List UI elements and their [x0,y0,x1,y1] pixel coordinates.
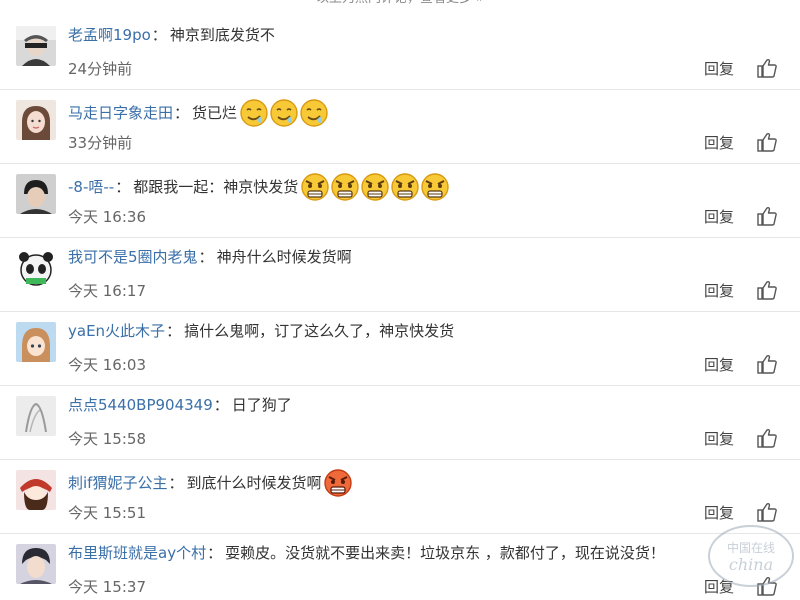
comment-time: 今天 15:37 [68,578,146,596]
comment-item: 老孟啊19po ： 神京到底发货不 24分钟前 回复 [0,16,800,90]
angry-face-icon [330,172,360,202]
thumbs-up-icon[interactable] [756,131,778,153]
reply-button[interactable]: 回复 [704,58,734,80]
emoji-group [323,468,353,498]
drool-face-icon [239,98,269,128]
comment-time: 今天 16:03 [68,356,146,374]
comment-time: 33分钟前 [68,134,133,152]
angry-face-icon [390,172,420,202]
thumbs-up-icon[interactable] [756,353,778,375]
comment-time: 今天 16:17 [68,282,146,300]
comment-text: 神舟什么时候发货啊 [216,248,352,266]
angry-face-icon [300,172,330,202]
comment-username[interactable]: 我可不是5圈内老鬼 [68,246,198,268]
comment-username[interactable]: -8-唔-- [68,176,114,198]
comment-text: 都跟我一起：神京快发货 [133,178,299,196]
comment-text: 耍赖皮。没货就不要出来卖！垃圾京东 ，款都付了，现在说没货！ [225,544,665,562]
reply-button[interactable]: 回复 [704,428,734,450]
comment-item: 我可不是5圈内老鬼 ： 神舟什么时候发货啊 今天 16:17 回复 [0,238,800,312]
angry-face-icon [420,172,450,202]
angry-face-icon [360,172,390,202]
colon-separator: ： [115,178,131,196]
colon-separator: ： [174,104,190,122]
emoji-group [300,172,450,202]
comment-text: 日了狗了 [231,396,292,414]
reply-button[interactable]: 回复 [704,132,734,154]
comment-time: 今天 15:58 [68,430,146,448]
avatar[interactable] [16,544,56,584]
colon-separator: ： [213,396,229,414]
thumbs-up-icon[interactable] [756,57,778,79]
comment-text: 到底什么时候发货啊 [186,474,322,492]
colon-separator: ： [151,26,167,44]
comment-username[interactable]: 布里斯班就是ay个村 [68,542,206,564]
colon-separator: ： [168,474,184,492]
comment-item: yaEn火此木子 ： 搞什么鬼啊，订了这么久了，神京快发货 今天 16:03 回… [0,312,800,386]
comment-text: 搞什么鬼啊，订了这么久了，神京快发货 [184,322,455,340]
avatar[interactable] [16,396,56,436]
comment-item: 马走日字象走田 ： 货已烂 33分钟前 回复 [0,90,800,164]
colon-separator: ： [198,248,214,266]
thumbs-up-icon[interactable] [756,279,778,301]
comment-username[interactable]: 刺if猬妮子公主 [68,472,167,494]
comment-time: 24分钟前 [68,60,133,78]
comment-item: 布里斯班就是ay个村 ： 耍赖皮。没货就不要出来卖！垃圾京东 ，款都付了，现在说… [0,534,800,600]
comment-text: 神京到底发货不 [169,26,275,44]
avatar[interactable] [16,26,56,66]
drool-face-icon [269,98,299,128]
thumbs-up-icon[interactable] [756,427,778,449]
avatar[interactable] [16,100,56,140]
thumbs-up-icon[interactable] [756,205,778,227]
comment-item: 点点5440BP904349 ： 日了狗了 今天 15:58 回复 [0,386,800,460]
comment-username[interactable]: 老孟啊19po [68,24,151,46]
drool-face-icon [299,98,329,128]
site-watermark-logo: 中国在线 china [706,520,796,590]
avatar[interactable] [16,470,56,510]
comment-time: 今天 15:51 [68,504,146,522]
comment-item: 刺if猬妮子公主 ： 到底什么时候发货啊 今天 15:51 回复 [0,460,800,534]
furious-face-icon [323,468,353,498]
avatar[interactable] [16,174,56,214]
avatar[interactable] [16,248,56,288]
reply-button[interactable]: 回复 [704,354,734,376]
colon-separator: ： [207,544,223,562]
colon-separator: ： [166,322,182,340]
comment-time: 今天 16:36 [68,208,146,226]
avatar[interactable] [16,322,56,362]
reply-button[interactable]: 回复 [704,280,734,302]
comment-username[interactable]: 点点5440BP904349 [68,394,213,416]
hot-comments-banner[interactable]: 以上为热门评论，查看更多 » [0,0,800,8]
svg-text:china: china [729,555,773,574]
svg-text:中国在线: 中国在线 [727,540,775,555]
comment-username[interactable]: 马走日字象走田 [68,102,173,124]
comment-item: -8-唔-- ： 都跟我一起：神京快发货 今天 16:36 回复 [0,164,800,238]
emoji-group [239,98,329,128]
comment-text: 货已烂 [192,104,238,122]
comment-username[interactable]: yaEn火此木子 [68,320,165,342]
reply-button[interactable]: 回复 [704,206,734,228]
